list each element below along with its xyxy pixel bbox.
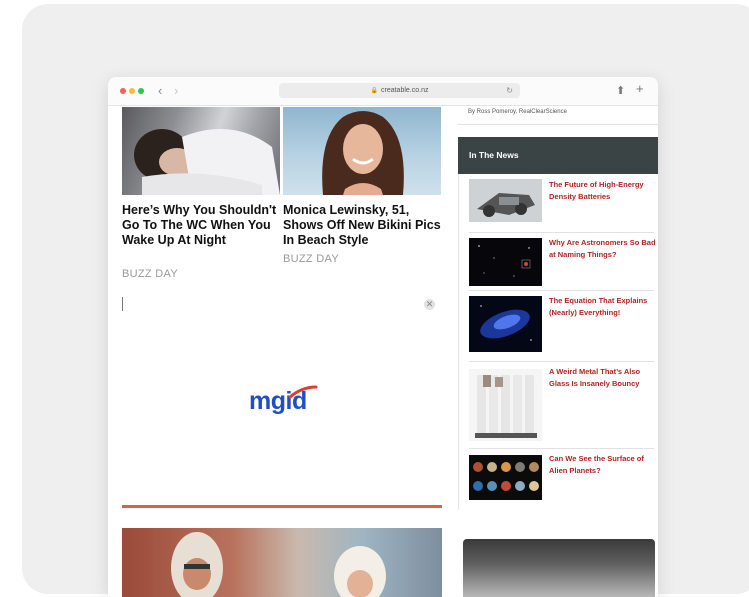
news-item-thumbnail[interactable]: [469, 238, 542, 286]
news-item[interactable]: The Equation That Explains (Nearly) Ever…: [469, 290, 654, 362]
news-item[interactable]: Why Are Astronomers So Bad at Naming Thi…: [469, 232, 657, 291]
news-item-thumbnail[interactable]: [469, 455, 542, 500]
news-item[interactable]: A Weird Metal That’s Also Glass Is Insan…: [469, 361, 654, 449]
lock-icon: 🔒: [370, 88, 378, 94]
news-item-title[interactable]: The Equation That Explains (Nearly) Ever…: [549, 295, 657, 319]
feed-card-image[interactable]: [122, 107, 280, 195]
feed-card-source: BUZZ DAY: [122, 268, 178, 280]
news-item[interactable]: The Future of High-Energy Density Batter…: [469, 174, 654, 233]
close-ad-icon[interactable]: ✕: [424, 299, 435, 310]
sidebar-section-title: In The News: [458, 137, 658, 174]
back-icon[interactable]: ‹: [158, 83, 162, 99]
reload-icon[interactable]: ↻: [506, 83, 513, 98]
feed-card-image[interactable]: [122, 528, 442, 597]
new-tab-icon[interactable]: +: [636, 82, 644, 96]
feed-card-headline[interactable]: Here’s Why You Shouldn't Go To The WC Wh…: [122, 203, 280, 248]
news-item[interactable]: Can We See the Surface of Alien Planets?: [469, 448, 654, 506]
sidebar-promo-image[interactable]: [463, 539, 655, 597]
news-item-thumbnail[interactable]: [469, 369, 542, 441]
close-window-button[interactable]: [120, 88, 126, 94]
news-item-title[interactable]: Can We See the Surface of Alien Planets?: [549, 453, 657, 477]
news-item-thumbnail[interactable]: [469, 179, 542, 222]
browser-toolbar: ‹ › 🔒 creatable.co.nz ↻ ⬆ +: [108, 77, 658, 106]
address-bar[interactable]: 🔒 creatable.co.nz ↻: [279, 83, 520, 98]
share-icon[interactable]: ⬆: [616, 84, 625, 98]
browser-window: ‹ › 🔒 creatable.co.nz ↻ ⬆ + Here’s Why Yo…: [108, 77, 658, 597]
article-byline-bar: By Ross Pomeroy, RealClearScience: [458, 105, 658, 125]
feed-card-image[interactable]: [283, 107, 441, 195]
article-byline: By Ross Pomeroy, RealClearScience: [468, 109, 567, 115]
ad-placeholder-caret: [122, 297, 123, 311]
logo-swoosh-icon: [288, 385, 318, 399]
news-item-title[interactable]: A Weird Metal That’s Also Glass Is Insan…: [549, 366, 657, 390]
minimize-window-button[interactable]: [129, 88, 135, 94]
news-list: The Future of High-Energy Density Batter…: [458, 174, 658, 510]
url-text: creatable.co.nz: [381, 87, 429, 94]
news-item-thumbnail[interactable]: [469, 296, 542, 352]
news-item-title[interactable]: Why Are Astronomers So Bad at Naming Thi…: [549, 237, 657, 261]
ad-divider: [122, 505, 442, 508]
feed-card-headline[interactable]: Monica Lewinsky, 51, Shows Off New Bikin…: [283, 203, 441, 248]
news-item-title[interactable]: The Future of High-Energy Density Batter…: [549, 179, 657, 203]
forward-icon[interactable]: ›: [174, 83, 178, 99]
maximize-window-button[interactable]: [138, 88, 144, 94]
feed-card-source: BUZZ DAY: [283, 253, 339, 265]
